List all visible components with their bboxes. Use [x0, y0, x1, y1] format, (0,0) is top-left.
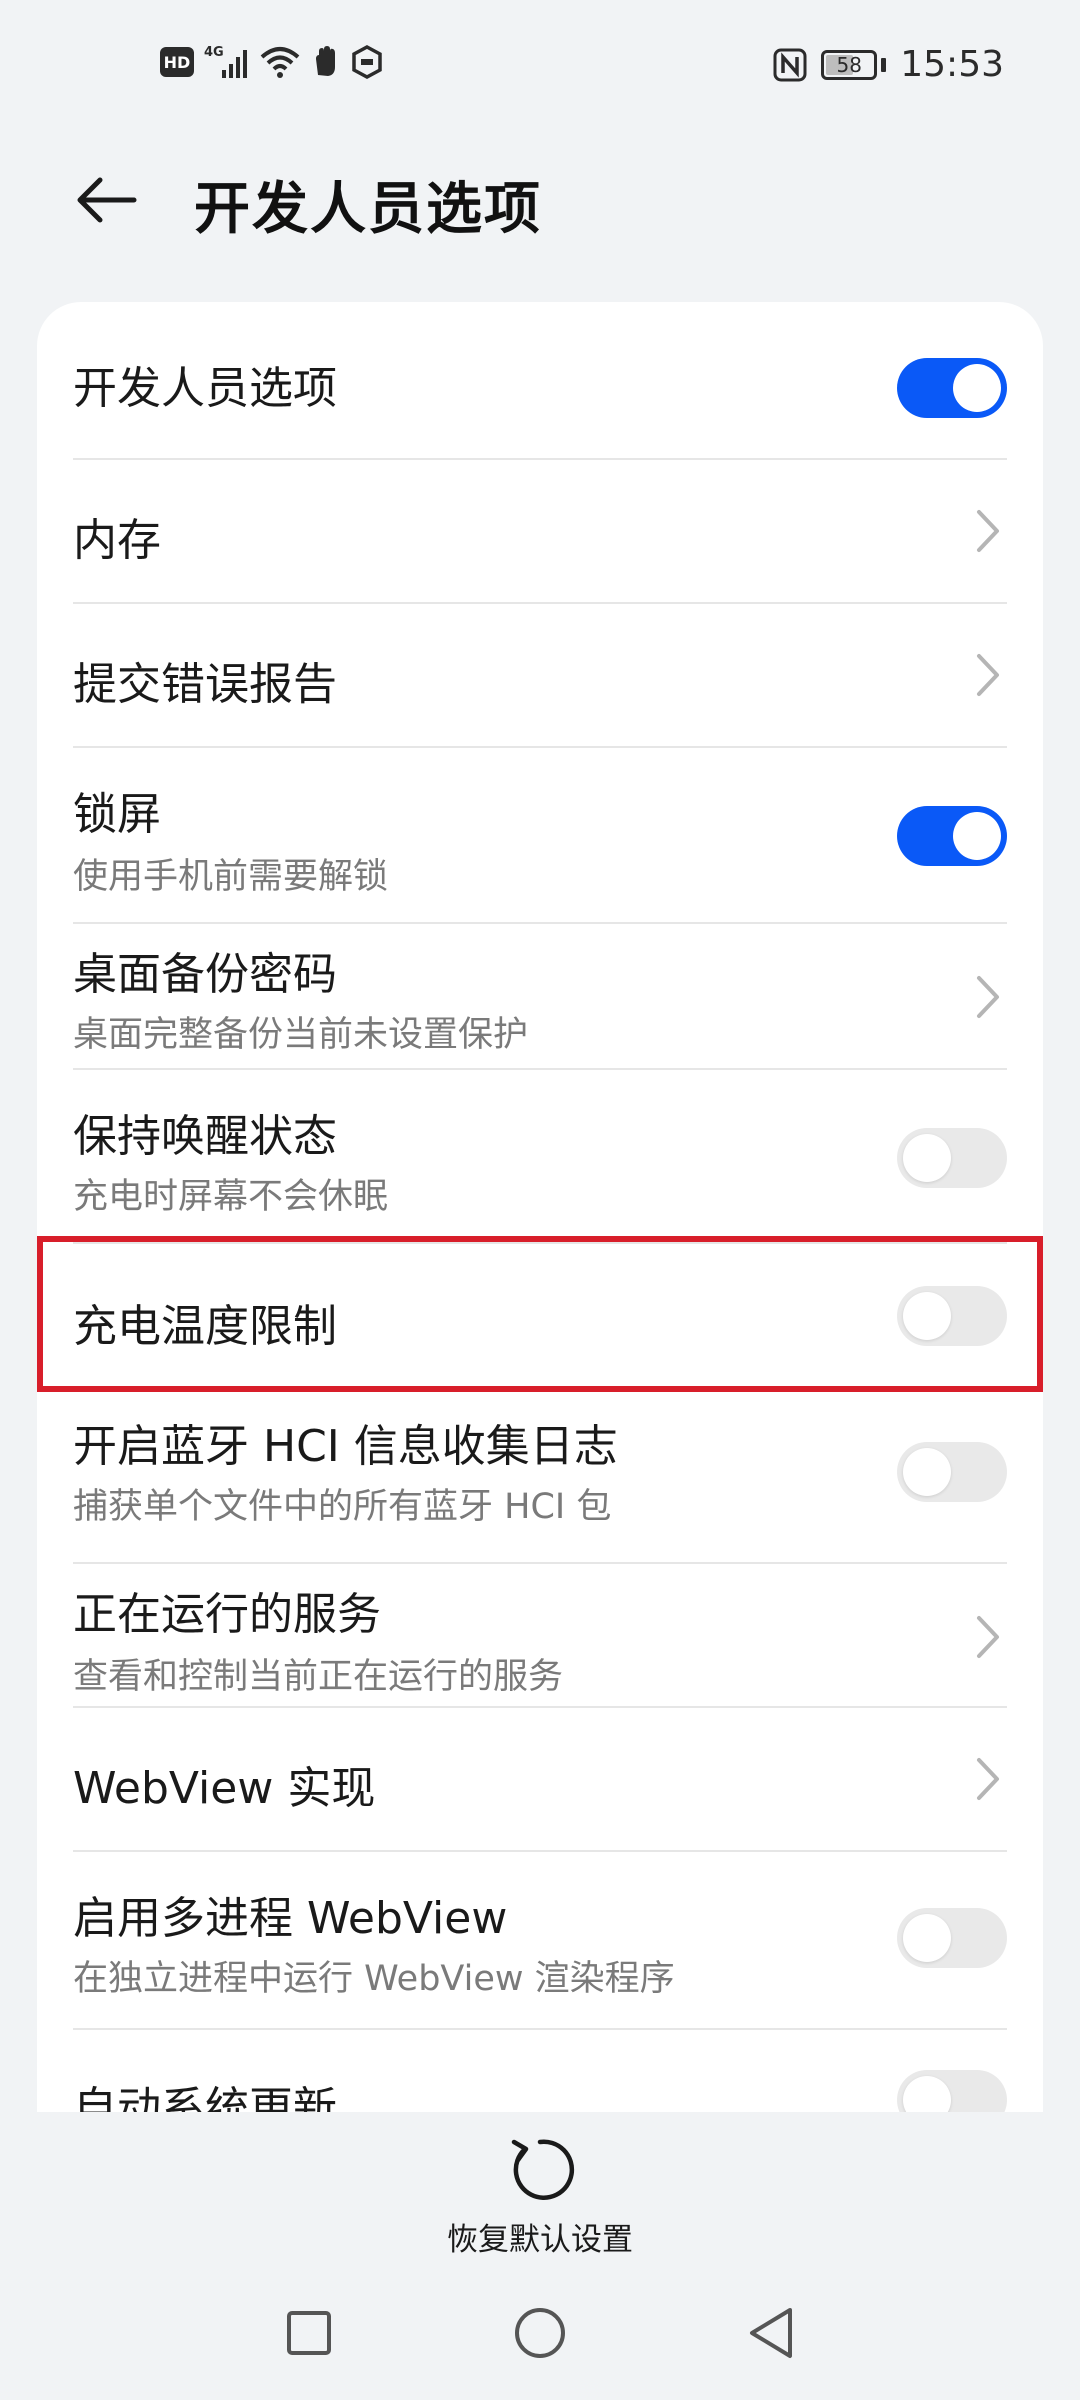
setting-desktop-backup-password[interactable]: 桌面备份密码 桌面完整备份当前未设置保护: [73, 924, 1007, 1066]
charging-temp-limit-toggle[interactable]: [897, 1286, 1007, 1346]
lock-screen-toggle[interactable]: [897, 806, 1007, 866]
auto-system-update-toggle[interactable]: [897, 2070, 1007, 2112]
setting-title: 保持唤醒状态: [73, 1111, 337, 1162]
back-icon: [750, 2308, 792, 2358]
setting-title: 充电温度限制: [73, 1301, 337, 1352]
setting-title: 开发人员选项: [73, 363, 337, 414]
status-left-icons: HD 4G: [160, 44, 384, 80]
back-button[interactable]: [66, 160, 146, 240]
setting-title: 内存: [73, 515, 161, 566]
battery-tip: [881, 57, 887, 72]
setting-subtitle: 查看和控制当前正在运行的服务: [73, 1657, 564, 1697]
home-icon: [515, 2308, 565, 2358]
setting-subtitle: 在独立进程中运行 WebView 渲染程序: [73, 1959, 675, 1999]
page-title: 开发人员选项: [194, 177, 542, 242]
hexagon-icon: [350, 45, 384, 79]
setting-subtitle: 使用手机前需要解锁: [73, 857, 389, 897]
setting-title: 桌面备份密码: [73, 949, 337, 1000]
chevron-right-icon: [977, 510, 999, 552]
restore-defaults-label: 恢复默认设置: [447, 2222, 633, 2258]
signal-icon: 4G: [204, 44, 250, 80]
wifi-icon: [260, 45, 300, 79]
toggle-knob: [903, 1292, 951, 1340]
toggle-knob: [903, 1914, 951, 1962]
nfc-icon: [773, 48, 807, 82]
chevron-right-icon: [977, 1616, 999, 1658]
status-right-icons: 58 15:53: [773, 44, 1004, 85]
setting-memory[interactable]: 内存: [73, 460, 1007, 602]
chevron-right-icon: [977, 976, 999, 1018]
setting-subtitle: 充电时屏幕不会休眠: [73, 1177, 389, 1217]
setting-title: 正在运行的服务: [73, 1589, 381, 1640]
header: 开发人员选项: [0, 150, 1080, 250]
status-bar: HD 4G 58 15:53: [0, 0, 1080, 135]
setting-title: 启用多进程 WebView: [73, 1893, 508, 1944]
setting-auto-system-update[interactable]: 自动系统更新: [73, 2030, 1007, 2112]
battery-level-text: 58: [836, 52, 862, 77]
chevron-right-icon: [977, 1758, 999, 1800]
multiprocess-webview-toggle[interactable]: [897, 1908, 1007, 1968]
toggle-knob: [953, 364, 1001, 412]
battery-icon: 58: [821, 49, 878, 80]
developer-options-toggle[interactable]: [897, 358, 1007, 418]
setting-title: 自动系统更新: [73, 2083, 337, 2112]
setting-developer-options[interactable]: 开发人员选项: [73, 302, 1007, 454]
setting-title: 开启蓝牙 HCI 信息收集日志: [73, 1421, 618, 1472]
setting-charging-temp-limit[interactable]: 充电温度限制: [73, 1244, 1007, 1390]
toggle-knob: [903, 1448, 951, 1496]
toggle-knob: [903, 2076, 951, 2112]
network-type-label: 4G: [204, 45, 224, 60]
settings-card: 开发人员选项 内存 提交错误报告 锁屏 使用手机前需要解锁 桌面备份密码 桌面完…: [37, 302, 1043, 2112]
bottom-area: 恢复默认设置: [0, 2112, 1080, 2400]
setting-subtitle: 桌面完整备份当前未设置保护: [73, 1015, 529, 1055]
screen: HD 4G 58 15:53 开发人员选项 开发人员选项 内存 提交错误报告 锁…: [0, 0, 1080, 2400]
recent-apps-button[interactable]: [274, 2298, 344, 2368]
hand-icon: [310, 45, 340, 79]
setting-lock-screen[interactable]: 锁屏 使用手机前需要解锁: [73, 748, 1007, 922]
recent-apps-icon: [287, 2311, 331, 2355]
setting-title: 提交错误报告: [73, 659, 337, 710]
setting-title: 锁屏: [73, 789, 161, 840]
nav-back-button[interactable]: [736, 2298, 806, 2368]
setting-webview-implementation[interactable]: WebView 实现: [73, 1708, 1007, 1850]
bluetooth-hci-log-toggle[interactable]: [897, 1442, 1007, 1502]
hd-icon: HD: [160, 47, 194, 77]
stay-awake-toggle[interactable]: [897, 1128, 1007, 1188]
setting-stay-awake[interactable]: 保持唤醒状态 充电时屏幕不会休眠: [73, 1070, 1007, 1242]
chevron-right-icon: [977, 654, 999, 696]
toggle-knob: [953, 812, 1001, 860]
status-time: 15:53: [900, 44, 1004, 85]
setting-bug-report[interactable]: 提交错误报告: [73, 604, 1007, 746]
toggle-knob: [903, 1134, 951, 1182]
arrow-left-icon: [77, 177, 137, 223]
setting-running-services[interactable]: 正在运行的服务 查看和控制当前正在运行的服务: [73, 1564, 1007, 1706]
home-button[interactable]: [505, 2298, 575, 2368]
setting-subtitle: 捕获单个文件中的所有蓝牙 HCI 包: [73, 1487, 612, 1527]
setting-title: WebView 实现: [73, 1763, 376, 1814]
setting-multiprocess-webview[interactable]: 启用多进程 WebView 在独立进程中运行 WebView 渲染程序: [73, 1852, 1007, 2028]
navigation-bar: [0, 2270, 1080, 2400]
setting-bluetooth-hci-log[interactable]: 开启蓝牙 HCI 信息收集日志 捕获单个文件中的所有蓝牙 HCI 包: [73, 1392, 1007, 1562]
refresh-icon: [511, 2139, 575, 2200]
